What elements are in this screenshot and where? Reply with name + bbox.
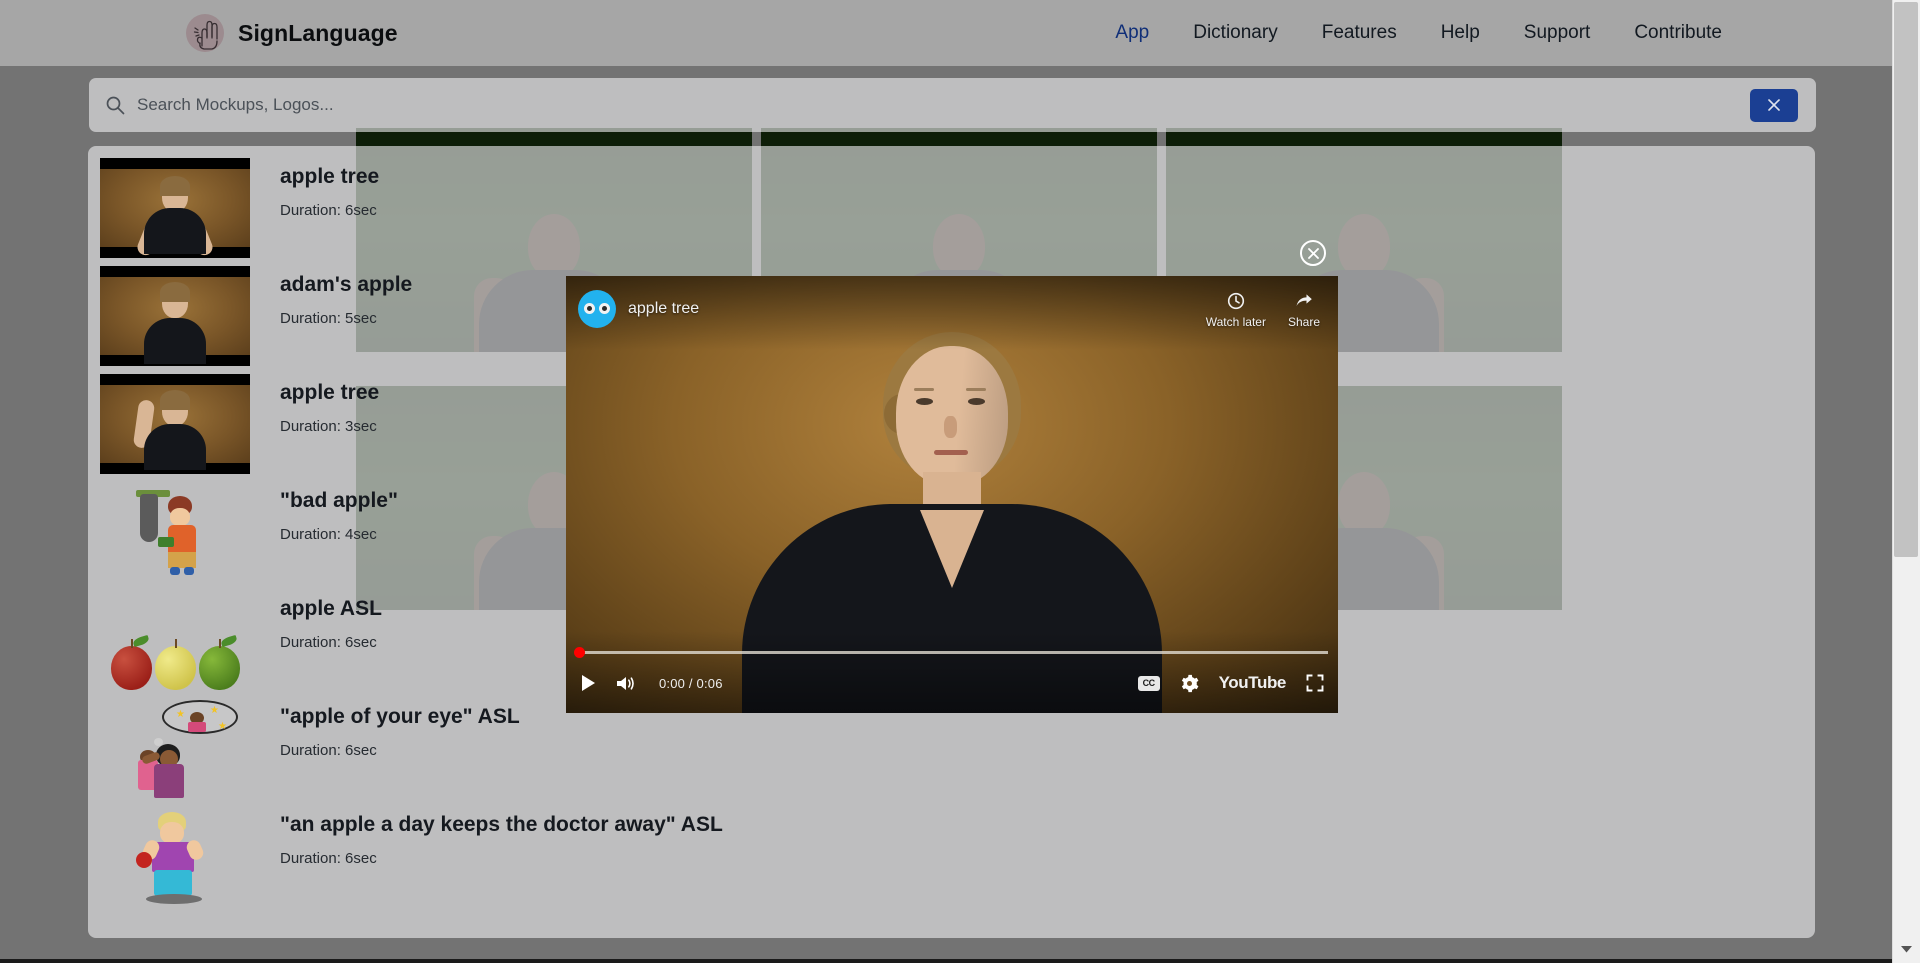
result-text: apple tree Duration: 6sec (280, 158, 379, 219)
video-player[interactable]: apple tree Watch later Share 0:00 / 0:06… (566, 276, 1338, 713)
result-thumbnail (100, 374, 250, 474)
captions-button[interactable]: CC (1137, 675, 1160, 691)
watch-later-button[interactable]: Watch later (1206, 292, 1266, 329)
close-icon (1307, 247, 1319, 259)
result-text: apple tree Duration: 3sec (280, 374, 379, 435)
youtube-logo[interactable]: YouTube (1219, 673, 1287, 693)
result-duration: Duration: 6sec (280, 202, 377, 220)
result-thumbnail (100, 806, 250, 906)
result-thumbnail: ★ ★ ★ (100, 698, 250, 798)
result-title: apple tree (280, 381, 380, 404)
list-item[interactable]: "an apple a day keeps the doctor away" A… (88, 802, 1815, 910)
video-thumbnail-icon (100, 266, 250, 366)
search-close-button[interactable] (1750, 88, 1798, 122)
player-right-controls: CC YouTube (1137, 673, 1324, 693)
clock-icon (1227, 292, 1244, 310)
result-title: apple ASL (280, 597, 382, 620)
search-input[interactable] (137, 95, 1750, 115)
result-text: "an apple a day keeps the doctor away" A… (280, 806, 723, 867)
result-duration: Duration: 5sec (280, 310, 377, 328)
play-icon[interactable] (580, 674, 597, 692)
search-icon (105, 95, 125, 115)
close-modal-button[interactable] (1300, 240, 1326, 266)
apples-clipart-icon (100, 590, 250, 690)
apple-of-your-eye-clipart-icon: ★ ★ ★ (100, 698, 250, 798)
channel-avatar-icon[interactable] (578, 290, 616, 328)
share-label: Share (1287, 315, 1320, 329)
result-thumbnail (100, 158, 250, 258)
search-bar (89, 78, 1816, 132)
result-title: "an apple a day keeps the doctor away" A… (280, 813, 723, 836)
page-scrollbar[interactable] (1892, 0, 1920, 963)
apple-a-day-clipart-icon (100, 806, 250, 906)
volume-icon[interactable] (615, 674, 637, 693)
result-text: adam's apple Duration: 5sec (280, 266, 412, 327)
player-bottom-bar: 0:00 / 0:06 CC YouTube (566, 631, 1338, 713)
player-actions: Watch later Share (1206, 288, 1320, 329)
video-thumbnail-icon (100, 158, 250, 258)
share-button[interactable]: Share (1288, 292, 1320, 329)
result-title: apple tree (280, 165, 380, 188)
bad-apple-clipart-icon (100, 482, 250, 582)
result-text: "bad apple" Duration: 4sec (280, 482, 398, 543)
fullscreen-icon[interactable] (1306, 674, 1324, 692)
result-duration: Duration: 6sec (280, 742, 377, 760)
result-thumbnail (100, 266, 250, 366)
screen: SignLanguage App Dictionary Features Hel… (0, 0, 1920, 963)
watch-later-label: Watch later (1205, 315, 1266, 329)
result-thumbnail (100, 590, 250, 690)
result-title: "bad apple" (280, 489, 398, 512)
result-text: "apple of your eye" ASL Duration: 6sec (280, 698, 520, 759)
player-time: 0:00 / 0:06 (659, 675, 723, 691)
share-arrow-icon (1296, 294, 1312, 306)
scrollbar-thumb[interactable] (1894, 2, 1918, 557)
gear-icon[interactable] (1180, 674, 1199, 693)
chevron-down-icon[interactable] (1896, 941, 1916, 957)
result-title: "apple of your eye" ASL (280, 705, 520, 728)
result-duration: Duration: 6sec (280, 850, 377, 868)
page-bottom-edge (0, 959, 1892, 963)
result-duration: Duration: 3sec (280, 418, 377, 436)
result-title: adam's apple (280, 273, 413, 296)
result-thumbnail (100, 482, 250, 582)
player-top-bar: apple tree Watch later Share (566, 276, 1338, 350)
result-text: apple ASL Duration: 6sec (280, 590, 382, 651)
list-item[interactable]: apple tree Duration: 6sec (88, 154, 1815, 262)
result-duration: Duration: 6sec (280, 634, 377, 652)
progress-bar[interactable] (574, 647, 1328, 658)
player-video-title[interactable]: apple tree (628, 300, 699, 318)
video-thumbnail-icon (100, 374, 250, 474)
dim-overlay-top (0, 0, 1892, 66)
player-controls: 0:00 / 0:06 CC YouTube (566, 665, 1338, 701)
progress-scrubber[interactable] (574, 647, 585, 658)
result-duration: Duration: 4sec (280, 526, 377, 544)
